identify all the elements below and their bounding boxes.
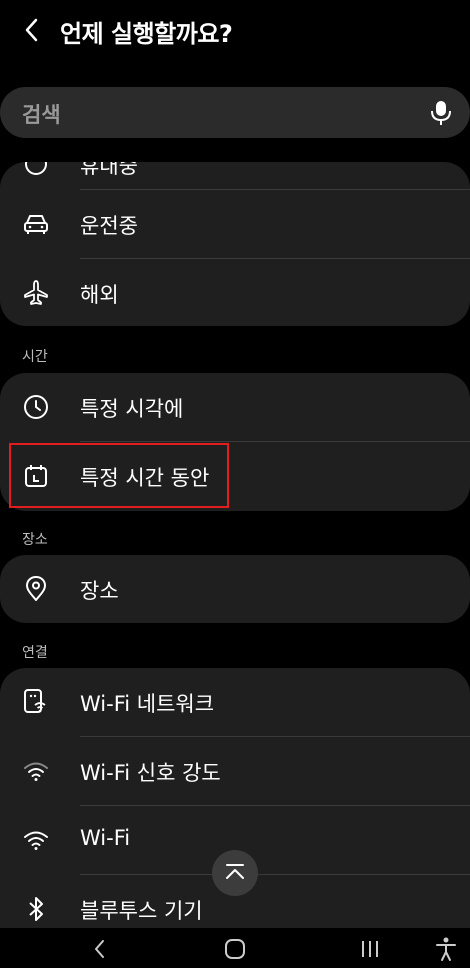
chevron-left-icon[interactable] — [18, 14, 46, 46]
list-item-wifi-network[interactable]: Wi-Fi 네트워크 — [0, 668, 470, 736]
list-item-wifi-strength[interactable]: Wi-Fi 신호 강도 — [0, 737, 470, 805]
list-item-place[interactable]: 장소 — [0, 555, 470, 623]
list-item-driving[interactable]: 운전중 — [0, 190, 470, 258]
section-header-place: 장소 — [22, 532, 48, 548]
section-header-time: 시간 — [22, 349, 48, 365]
card-connection: Wi-Fi 네트워크 Wi-Fi 신호 강도 Wi-Fi 블루투스 기기 — [0, 668, 470, 940]
list-item-label: Wi-Fi — [80, 826, 131, 850]
list-item-label: Wi-Fi 신호 강도 — [80, 761, 221, 785]
bluetooth-icon — [29, 897, 43, 921]
top-bar: 언제 실행할까요? — [0, 0, 470, 62]
wifi-icon — [24, 831, 48, 850]
mic-icon[interactable] — [430, 100, 452, 126]
nav-back-icon[interactable] — [86, 936, 114, 962]
wifi-strength-icon — [24, 762, 48, 781]
list-item-label: Wi-Fi 네트워크 — [80, 692, 215, 716]
list-item-label: 휴대중 — [80, 162, 138, 178]
nav-home-icon[interactable] — [221, 936, 249, 962]
location-pin-icon — [26, 576, 46, 601]
list-item-at-time[interactable]: 특정 시각에 — [0, 373, 470, 441]
highlight-box — [9, 443, 229, 508]
list-item-label: 운전중 — [80, 214, 138, 238]
clock-icon — [24, 395, 48, 419]
section-header-connection: 연결 — [22, 645, 48, 661]
list-item-label: 특정 시각에 — [80, 397, 184, 421]
list-item-label: 블루투스 기기 — [80, 899, 203, 923]
card-general: 휴대중 운전중 해외 — [0, 162, 470, 326]
list-item-abroad[interactable]: 해외 — [0, 259, 470, 326]
list-item-label: 장소 — [80, 579, 119, 603]
page-title: 언제 실행할까요? — [60, 20, 233, 48]
scroll-to-top-button[interactable] — [212, 850, 258, 896]
wifi-network-icon — [24, 689, 46, 713]
search-bar[interactable]: 검색 — [0, 87, 470, 138]
phone-icon — [25, 162, 47, 175]
conditions-list[interactable]: 휴대중 운전중 해외 시간 특정 시각에 특정 시간 동안 장소 장소 연결 W… — [0, 150, 470, 940]
scroll-to-top-icon — [226, 864, 244, 879]
card-place: 장소 — [0, 555, 470, 623]
plane-icon — [24, 280, 48, 305]
accessibility-icon[interactable] — [432, 936, 460, 962]
nav-recents-icon[interactable] — [356, 936, 384, 962]
search-input[interactable]: 검색 — [22, 99, 61, 129]
system-nav-bar — [0, 928, 470, 968]
car-icon — [24, 215, 48, 234]
list-item-label: 해외 — [80, 283, 119, 307]
